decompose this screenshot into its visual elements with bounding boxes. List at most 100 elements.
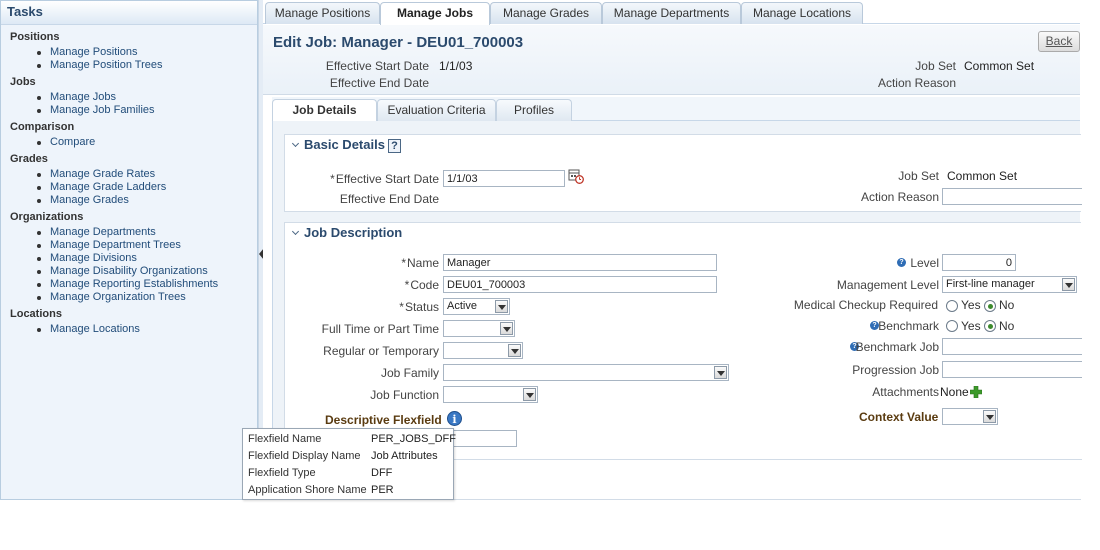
header-job-set-value: Common Set — [964, 59, 1035, 73]
task-link-manage-reporting-establishments[interactable]: Manage Reporting Establishments — [37, 278, 257, 291]
task-link-manage-divisions[interactable]: Manage Divisions — [37, 252, 257, 265]
medical-yes-radio[interactable] — [946, 300, 958, 312]
back-button[interactable]: Back — [1038, 31, 1080, 52]
task-group-title: Comparison — [10, 121, 75, 133]
medical-yes-label: Yes — [961, 298, 981, 312]
tab-profiles[interactable]: Profiles — [496, 99, 572, 121]
task-group-title: Organizations — [10, 211, 84, 223]
tab-manage-departments[interactable]: Manage Departments — [602, 2, 741, 24]
task-link-manage-organization-trees[interactable]: Manage Organization Trees — [37, 291, 257, 304]
benchmark-no-radio[interactable] — [984, 320, 996, 332]
sub-tab-bar: Job Details Evaluation Criteria Profiles — [272, 97, 1080, 121]
task-link-manage-locations[interactable]: Manage Locations — [37, 323, 257, 336]
job-set-label: Job Set — [898, 169, 939, 183]
job-function-select[interactable] — [443, 386, 538, 403]
job-family-label: Job Family — [380, 366, 439, 380]
page-title: Edit Job: Manager - DEU01_700003 — [273, 34, 524, 51]
level-label: Level — [910, 256, 939, 270]
job-function-label: Job Function — [370, 388, 439, 402]
flexfield-info-popup: Flexfield Name PER_JOBS_DFF Flexfield Di… — [242, 428, 456, 500]
task-link-manage-department-trees[interactable]: Manage Department Trees — [37, 239, 257, 252]
task-link-manage-disability-organizations[interactable]: Manage Disability Organizations — [37, 265, 257, 278]
task-link-manage-grade-rates[interactable]: Manage Grade Rates — [37, 168, 257, 181]
code-input[interactable] — [443, 276, 717, 293]
benchmark-yes-label: Yes — [961, 319, 981, 333]
code-label: *Code — [404, 278, 439, 292]
chevron-down-icon[interactable] — [291, 228, 301, 238]
task-group-title: Grades — [10, 153, 48, 165]
tasks-pane-title: Tasks — [1, 1, 257, 25]
tab-job-details[interactable]: Job Details — [272, 99, 377, 121]
task-list: Compare — [1, 136, 257, 149]
level-input[interactable] — [942, 254, 1016, 271]
task-link-manage-job-families[interactable]: Manage Job Families — [37, 104, 257, 117]
chevron-down-icon — [495, 300, 508, 313]
management-level-label: Management Level — [836, 278, 939, 292]
main-region: Manage Positions Manage Jobs Manage Grad… — [263, 0, 1082, 500]
progression-job-label: Progression Job — [852, 363, 939, 377]
job-description-header[interactable]: Job Description — [291, 225, 402, 240]
progression-job-input[interactable] — [942, 361, 1082, 378]
task-group-title: Positions — [10, 31, 60, 43]
name-input[interactable] — [443, 254, 717, 271]
action-reason-select[interactable] — [942, 188, 1082, 205]
benchmark-label: Benchmark — [878, 319, 939, 333]
task-link-manage-departments[interactable]: Manage Departments — [37, 226, 257, 239]
full-time-select[interactable] — [443, 320, 515, 337]
management-level-select[interactable]: First-line manager — [942, 276, 1077, 293]
info-icon[interactable]: i — [447, 411, 462, 426]
job-set-value: Common Set — [947, 169, 1018, 183]
tab-evaluation-criteria[interactable]: Evaluation Criteria — [377, 99, 496, 121]
job-family-select[interactable] — [443, 364, 729, 381]
benchmark-job-label: Benchmark Job — [855, 340, 939, 354]
chevron-down-icon[interactable] — [291, 140, 301, 150]
tooltip-value: PER_JOBS_DFF — [371, 433, 456, 445]
chevron-down-icon — [523, 388, 536, 401]
task-link-manage-position-trees[interactable]: Manage Position Trees — [37, 59, 257, 72]
help-icon[interactable]: ? — [387, 139, 401, 153]
attachments-value: None — [940, 385, 969, 399]
task-group-title: Locations — [10, 308, 62, 320]
benchmark-yes-radio[interactable] — [946, 320, 958, 332]
chevron-down-icon — [500, 322, 513, 335]
basic-details-section: Basic Details? *Effective Start Date Eff… — [284, 134, 1082, 212]
tooltip-value: DFF — [371, 467, 393, 479]
benchmark-job-input[interactable] — [942, 338, 1082, 355]
job-description-title: Job Description — [304, 225, 403, 240]
context-value-select[interactable] — [942, 408, 998, 425]
effective-start-date-input[interactable] — [443, 170, 565, 187]
tasks-pane: Tasks Positions Manage Positions Manage … — [0, 0, 258, 500]
name-label: *Name — [401, 256, 439, 270]
tab-manage-grades[interactable]: Manage Grades — [490, 2, 602, 24]
task-link-compare[interactable]: Compare — [37, 136, 257, 149]
header-action-reason-label: Action Reason — [877, 76, 956, 90]
tab-manage-positions[interactable]: Manage Positions — [265, 2, 380, 24]
basic-details-header[interactable]: Basic Details? — [291, 137, 401, 153]
tooltip-value: Job Attributes — [371, 450, 438, 462]
task-link-manage-grades[interactable]: Manage Grades — [37, 194, 257, 207]
regular-temporary-select[interactable] — [443, 342, 523, 359]
tab-manage-jobs[interactable]: Manage Jobs — [380, 2, 490, 25]
task-link-manage-grade-ladders[interactable]: Manage Grade Ladders — [37, 181, 257, 194]
task-group-title: Jobs — [10, 76, 36, 88]
top-tab-bar: Manage Positions Manage Jobs Manage Grad… — [263, 0, 1080, 25]
task-link-manage-jobs[interactable]: Manage Jobs — [37, 91, 257, 104]
descriptive-flexfield-label: Descriptive Flexfield — [325, 413, 442, 427]
calendar-icon[interactable] — [568, 168, 584, 184]
header-effective-end-label: Effective End Date — [329, 76, 429, 90]
status-select[interactable]: Active — [443, 298, 510, 315]
attachments-label: Attachments — [872, 385, 939, 399]
tab-manage-locations[interactable]: Manage Locations — [741, 2, 863, 24]
add-icon[interactable] — [970, 386, 982, 398]
full-time-label: Full Time or Part Time — [321, 322, 439, 336]
task-link-manage-positions[interactable]: Manage Positions — [37, 46, 257, 59]
task-list: Manage Positions Manage Position Trees — [1, 46, 257, 72]
effective-start-label: *Effective Start Date — [330, 172, 439, 186]
header-effective-start-label: Effective Start Date — [325, 59, 429, 73]
chevron-down-icon — [714, 366, 727, 379]
basic-details-title: Basic Details — [304, 137, 385, 152]
effective-end-label: Effective End Date — [339, 192, 439, 206]
task-list: Manage Grade Rates Manage Grade Ladders … — [1, 168, 257, 207]
medical-no-radio[interactable] — [984, 300, 996, 312]
chevron-down-icon — [983, 410, 996, 423]
